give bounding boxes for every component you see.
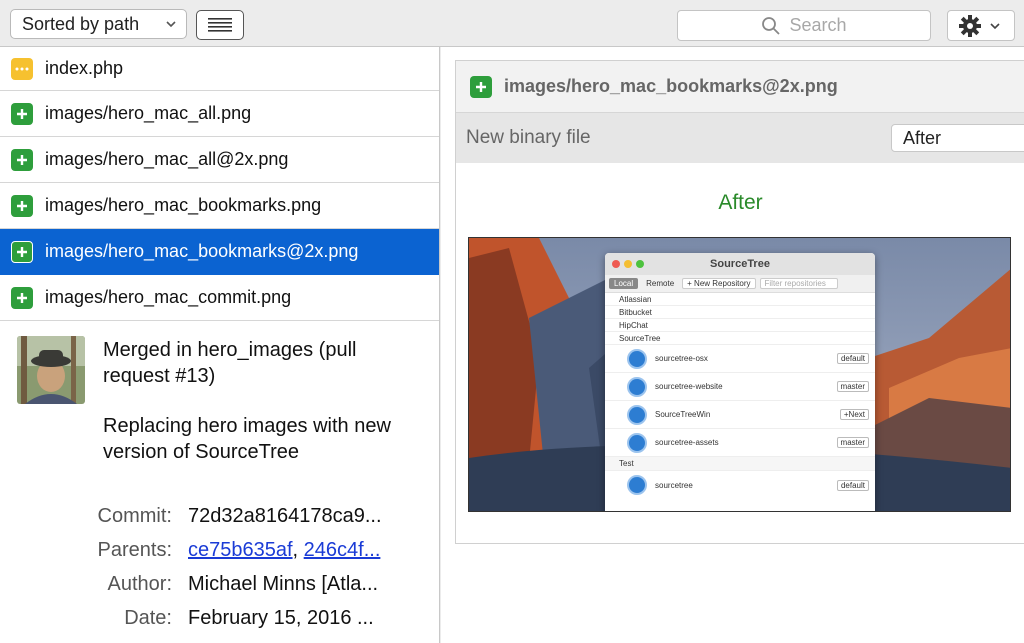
repo-row: SourceTreeWin +Next xyxy=(605,401,875,429)
search-icon xyxy=(762,16,781,35)
date-label: Date: xyxy=(124,606,172,629)
file-name: images/hero_mac_commit.png xyxy=(45,287,292,307)
modified-icon xyxy=(11,57,33,80)
date-row: Date: February 15, 2016 ... xyxy=(0,601,440,635)
repo-row: sourcetree-assets master xyxy=(605,429,875,457)
diff-filename: images/hero_mac_bookmarks@2x.png xyxy=(504,76,838,96)
parent-link[interactable]: ce75b635af xyxy=(188,539,293,561)
branch-badge: master xyxy=(836,437,869,448)
search-input[interactable]: Search xyxy=(677,10,931,41)
file-row[interactable]: index.php xyxy=(0,47,439,91)
repo-name: SourceTreeWin xyxy=(655,410,711,419)
group-row: Bitbucket xyxy=(605,306,875,319)
repo-row: sourcetree-website master xyxy=(605,373,875,401)
image-caption: After xyxy=(718,191,763,214)
diff-panel: images/hero_mac_bookmarks@2x.png New bin… xyxy=(455,60,1024,544)
group-row: SourceTree xyxy=(605,332,875,345)
branch-badge: default xyxy=(836,479,869,491)
added-icon xyxy=(470,75,492,98)
branch-badge: +Next xyxy=(839,409,869,420)
tab-remote: Remote xyxy=(646,279,675,288)
sort-dropdown[interactable]: Sorted by path xyxy=(10,9,187,39)
branch-badge: default xyxy=(836,353,869,364)
file-name: images/hero_mac_bookmarks@2x.png xyxy=(45,241,359,261)
tab-local: Local xyxy=(609,278,639,289)
file-row-selected[interactable]: images/hero_mac_bookmarks@2x.png xyxy=(0,229,439,275)
parents-label: Parents: xyxy=(97,538,172,561)
repo-name: sourcetree xyxy=(655,480,693,490)
chevron-down-icon xyxy=(990,22,1000,29)
diff-subtitle: New binary file xyxy=(466,127,591,148)
commit-meta: Commit: 72d32a8164178ca9... Parents: ce7… xyxy=(0,499,440,635)
repo-icon xyxy=(627,475,647,495)
commit-message: Replacing hero images with new version o… xyxy=(103,415,391,463)
repo-icon xyxy=(627,432,647,453)
added-icon xyxy=(11,286,33,309)
sourcetree-tabbar: Local Remote + New Repository Filter rep… xyxy=(605,275,875,293)
repo-name: sourcetree-assets xyxy=(655,438,719,447)
parents-value: ce75b635af, 246c4f... xyxy=(188,539,408,562)
sourcetree-window: SourceTree Local Remote + New Repository… xyxy=(605,253,875,511)
toolbar: Sorted by path Search xyxy=(0,0,1024,47)
file-row[interactable]: images/hero_mac_all.png xyxy=(0,91,439,137)
repo-icon xyxy=(627,376,647,397)
filter-input: Filter repositories xyxy=(759,278,838,289)
added-icon xyxy=(11,194,33,217)
diff-pane: images/hero_mac_bookmarks@2x.png New bin… xyxy=(441,47,1024,643)
group-row: HipChat xyxy=(605,319,875,332)
search-placeholder: Search xyxy=(789,15,847,35)
group-row: Test xyxy=(605,457,875,471)
parent-separator: , xyxy=(292,538,304,561)
window-minimize-icon xyxy=(624,260,632,268)
file-name: images/hero_mac_bookmarks.png xyxy=(45,195,322,215)
repo-icon xyxy=(627,348,647,369)
avatar xyxy=(17,336,85,404)
added-icon xyxy=(11,240,33,263)
author-label: Author: xyxy=(107,572,172,595)
author-value: Michael Minns [Atla... xyxy=(188,572,379,595)
list-view-button[interactable] xyxy=(196,10,244,40)
view-mode-select[interactable]: After xyxy=(891,124,1024,152)
sort-label: Sorted by path xyxy=(22,13,140,34)
window-close-icon xyxy=(612,260,620,268)
image-preview: SourceTree Local Remote + New Repository… xyxy=(468,237,1011,512)
added-icon xyxy=(11,102,33,125)
window-zoom-icon xyxy=(636,260,644,268)
gear-icon xyxy=(959,14,981,37)
commit-title: Merged in hero_images (pull request #13) xyxy=(103,339,357,387)
date-value: February 15, 2016 ... xyxy=(188,606,374,629)
commit-hash: 72d32a8164178ca9... xyxy=(188,504,382,527)
diff-subheader: New binary file After xyxy=(456,113,1024,163)
file-name: images/hero_mac_all@2x.png xyxy=(45,149,289,169)
list-icon xyxy=(208,18,232,32)
repo-name: sourcetree-osx xyxy=(655,354,708,363)
file-row[interactable]: images/hero_mac_bookmarks.png xyxy=(0,183,439,229)
file-row[interactable]: images/hero_mac_all@2x.png xyxy=(0,137,439,183)
repo-name: sourcetree-website xyxy=(655,382,723,391)
branch-badge: master xyxy=(836,381,869,392)
sourcetree-title: SourceTree xyxy=(710,258,770,270)
author-row: Author: Michael Minns [Atla... xyxy=(0,567,440,601)
view-mode-value: After xyxy=(903,127,942,148)
sourcetree-titlebar: SourceTree xyxy=(605,253,875,275)
repo-icon xyxy=(627,404,647,425)
file-row[interactable]: images/hero_mac_commit.png xyxy=(0,275,439,321)
new-repo-button: + New Repository xyxy=(682,278,756,289)
settings-menu-button[interactable] xyxy=(947,10,1015,41)
file-name: index.php xyxy=(45,58,124,78)
commit-label: Commit: xyxy=(97,504,172,527)
file-list: index.php images/hero_mac_all.png images… xyxy=(0,47,439,321)
repo-row: sourcetree-osx default xyxy=(605,345,875,373)
group-row: Atlassian xyxy=(605,293,875,306)
added-icon xyxy=(11,148,33,171)
file-list-pane: index.php images/hero_mac_all.png images… xyxy=(0,47,440,643)
chevron-down-icon xyxy=(166,21,176,28)
diff-header: images/hero_mac_bookmarks@2x.png xyxy=(456,61,1024,113)
commit-hash-row: Commit: 72d32a8164178ca9... xyxy=(0,499,440,533)
parents-row: Parents: ce75b635af, 246c4f... xyxy=(0,533,440,567)
file-name: images/hero_mac_all.png xyxy=(45,103,252,123)
parent-link[interactable]: 246c4f... xyxy=(304,539,381,561)
repo-row: sourcetree default xyxy=(605,471,875,499)
